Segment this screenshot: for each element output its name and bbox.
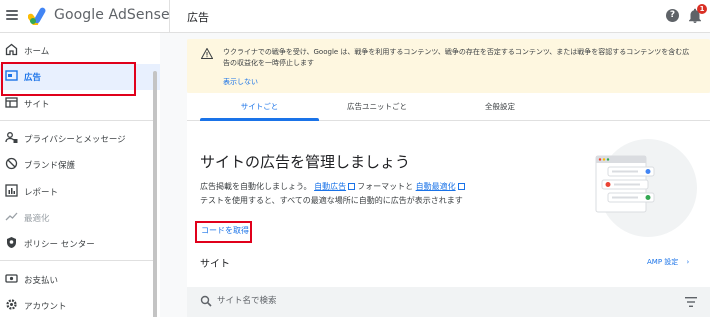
open-external-icon (457, 183, 465, 190)
sidebar-item-optimization[interactable]: 最適化 (0, 205, 160, 231)
amp-settings-label: AMP 設定 (647, 258, 679, 266)
trend-icon (5, 212, 18, 221)
ads-illustration-icon (595, 155, 655, 213)
sidebar-item-label: サイト (24, 100, 50, 110)
highlight-box-get-code (195, 221, 252, 243)
dismiss-link[interactable]: 表示しない (223, 77, 258, 87)
amp-settings-link[interactable]: AMP 設定 › (647, 257, 689, 267)
tab-by-site[interactable]: サイトごと (200, 101, 319, 112)
brand-name: Google AdSense (54, 7, 170, 23)
sidebar-divider (0, 120, 156, 121)
banner-message: ウクライナでの戦争を受け、Google は、戦争を利用するコンテンツ、戦争の存在… (223, 48, 690, 67)
warning-icon (201, 48, 213, 59)
site-search-bar (187, 287, 710, 317)
active-tab-indicator (200, 118, 319, 121)
hero-description-line1: 広告掲載を自動化しましょう。 自動広告 フォーマットと 自動最適化 (200, 181, 467, 192)
highlight-box-ads (1, 62, 136, 96)
gear-icon (6, 299, 17, 310)
sidebar-item-label: お支払い (24, 276, 59, 286)
main-content: ウクライナでの戦争を受け、Google は、戦争を利用するコンテンツ、戦争の存在… (160, 33, 710, 317)
sidebar-item-label: ホーム (24, 47, 50, 57)
hero-text: フォーマットと (357, 182, 414, 191)
filter-icon[interactable] (685, 297, 697, 307)
tab-by-ad-unit[interactable]: 広告ユニットごと (327, 101, 427, 112)
hero-description-line2: テストを使用すると、すべての最適な場所に自動的に広告が表示されます (200, 196, 463, 205)
warning-banner: ウクライナでの戦争を受け、Google は、戦争を利用するコンテンツ、戦争の存在… (187, 39, 710, 93)
sidebar-item-payments[interactable]: お支払い (0, 267, 160, 293)
search-input[interactable] (217, 293, 617, 309)
hero-title: サイトの広告を管理しましょう (200, 153, 411, 171)
sidebar-item-label: 最適化 (24, 214, 50, 224)
sidebar-item-label: アカウント (24, 302, 67, 312)
sidebar-scrollbar[interactable] (153, 71, 157, 317)
tab-global-settings[interactable]: 全般設定 (455, 101, 545, 112)
menu-icon[interactable] (6, 10, 18, 20)
block-icon (5, 157, 18, 170)
topbar-divider (169, 0, 170, 33)
search-icon (200, 295, 212, 307)
sidebar-item-account[interactable]: アカウント (0, 293, 160, 317)
sidebar-item-privacy[interactable]: プライバシーとメッセージ (0, 126, 160, 152)
sites-icon (5, 97, 18, 108)
adsense-logo-icon (28, 7, 46, 25)
chevron-right-icon: › (686, 258, 690, 266)
sidebar-item-label: プライバシーとメッセージ (24, 135, 126, 145)
sidebar-item-brand-safety[interactable]: ブランド保護 (0, 152, 160, 178)
page-title: 広告 (187, 11, 209, 24)
reports-icon (5, 184, 18, 197)
sidebar-item-reports[interactable]: レポート (0, 179, 160, 205)
sidebar-divider (0, 260, 156, 261)
sidebar-item-label: ブランド保護 (24, 161, 76, 171)
open-external-icon (348, 183, 356, 190)
notification-badge: 1 (697, 4, 707, 14)
shield-icon (7, 237, 16, 248)
sites-heading: サイト (200, 259, 230, 270)
sidebar-item-policy-center[interactable]: ポリシー センター (0, 231, 160, 257)
hero-text: 広告掲載を自動化しましょう。 (200, 182, 312, 191)
auto-optimize-link[interactable]: 自動最適化 (416, 182, 456, 191)
sidebar-item-label: ポリシー センター (24, 240, 95, 250)
help-icon[interactable]: ? (666, 9, 679, 22)
privacy-icon (5, 132, 18, 143)
top-app-bar: Google AdSense 広告 ? 1 (0, 0, 710, 33)
home-icon (5, 43, 18, 56)
sidebar-item-home[interactable]: ホーム (0, 38, 160, 64)
auto-ads-link[interactable]: 自動広告 (314, 182, 346, 191)
ads-card: サイトごと 広告ユニットごと 全般設定 サイトの広告を管理しましょう 広告掲載を… (187, 93, 710, 317)
sidebar-item-label: レポート (24, 188, 59, 198)
payments-icon (5, 274, 18, 283)
tab-bar: サイトごと 広告ユニットごと 全般設定 (187, 93, 710, 121)
